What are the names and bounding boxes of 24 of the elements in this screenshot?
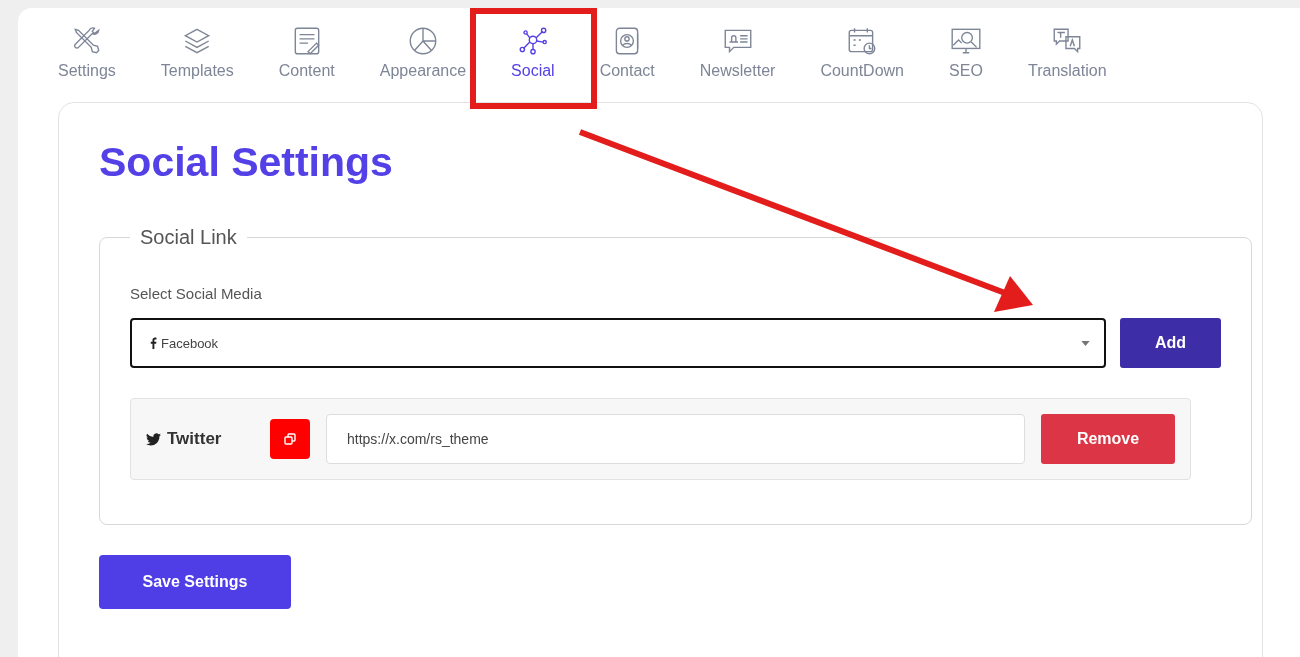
nav-tab[interactable]: Appearance (379, 24, 467, 80)
copy-icon (284, 433, 296, 445)
page-heading: Social Settings (99, 139, 394, 186)
network-name: Twitter (167, 429, 222, 449)
add-button[interactable]: Add (1120, 318, 1221, 368)
nav-tab[interactable]: Content (278, 24, 335, 80)
caret-icon (1081, 340, 1090, 346)
nav-tab[interactable]: Templates (160, 24, 234, 80)
nav-tab[interactable]: Contact (599, 24, 655, 80)
copy-button[interactable] (270, 419, 310, 459)
nav-tab[interactable]: CountDown (820, 24, 904, 80)
nav-tab[interactable]: SEO (949, 24, 983, 80)
group-legend: Social Link (130, 226, 247, 249)
twitter-bird-icon (146, 432, 161, 446)
field-label: Select Social Media (130, 285, 263, 302)
nav-tab[interactable]: Settings (58, 24, 116, 80)
nav-tab[interactable]: Newsletter (699, 24, 776, 80)
save-settings-button[interactable]: Save Settings (99, 555, 291, 609)
nav-tab[interactable]: Social (511, 24, 555, 80)
nav-tab[interactable]: Translation (1028, 24, 1107, 80)
url-input[interactable]: https://x.com/rs_theme (326, 414, 1025, 464)
facebook-icon (150, 337, 157, 349)
remove-button[interactable]: Remove (1041, 414, 1175, 464)
social-media-select[interactable]: Facebook (130, 318, 1106, 368)
